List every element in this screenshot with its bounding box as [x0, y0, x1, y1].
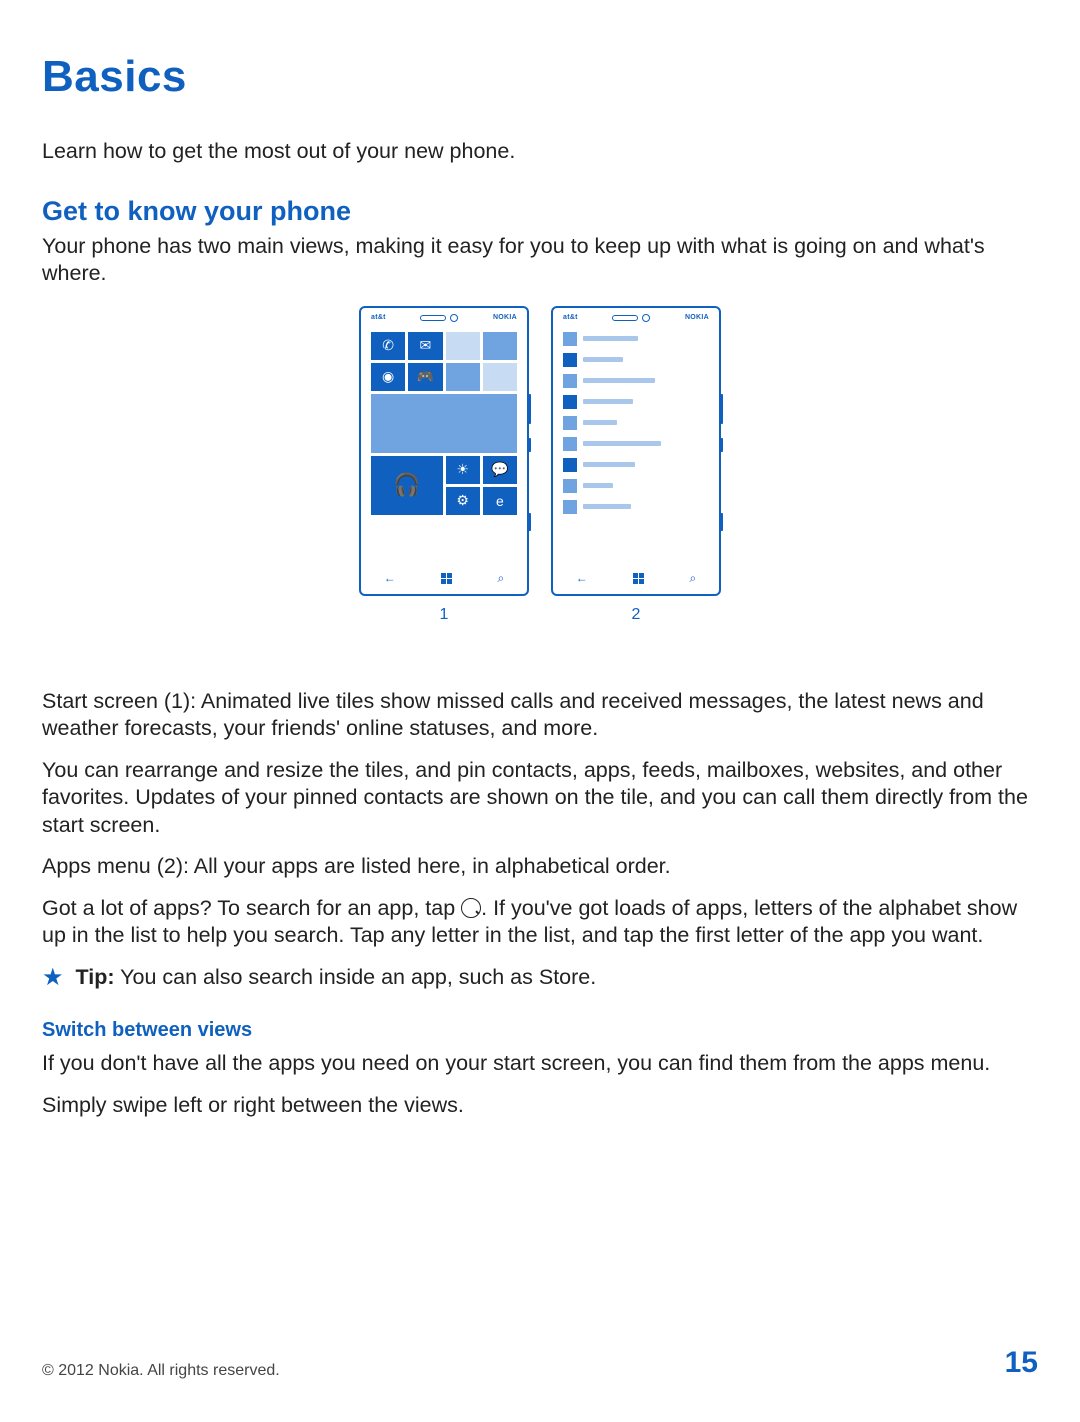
copyright: © 2012 Nokia. All rights reserved. — [42, 1362, 280, 1380]
carrier-label: at&t — [371, 314, 386, 321]
back-icon: ← — [576, 571, 588, 585]
tiles-desc: You can rearrange and resize the tiles, … — [42, 757, 1038, 840]
search-icon — [461, 898, 481, 918]
tip-text: You can also search inside an app, such … — [115, 965, 597, 989]
back-icon: ← — [384, 571, 396, 585]
headphones-tile-icon: 🎧 — [371, 456, 443, 515]
camera-tile-icon: ◉ — [371, 363, 405, 391]
switch-p2: Simply swipe left or right between the v… — [42, 1092, 1038, 1120]
carrier-label: at&t — [563, 314, 578, 321]
switch-p1: If you don't have all the apps you need … — [42, 1050, 1038, 1078]
phone-tile-icon: ✆ — [371, 332, 405, 360]
phone-start-screen: at&t NOKIA ✆ ✉ ◉ 🎮 🎧 ☀ 💬 — [359, 306, 529, 596]
subtitle-desc: Your phone has two main views, making it… — [42, 233, 1038, 288]
phone-label-2: 2 — [632, 606, 641, 624]
weather-tile-icon: ☀ — [446, 456, 480, 484]
phone-apps-list: at&t NOKIA ← — [551, 306, 721, 596]
browser-tile-icon: e — [483, 487, 517, 515]
tip-callout: ★ Tip: You can also search inside an app… — [42, 964, 1038, 992]
games-tile-icon: 🎮 — [408, 363, 442, 391]
search-nav-icon: ⌕ — [690, 571, 697, 586]
section-switch-views: Switch between views — [42, 1019, 1038, 1042]
windows-icon — [441, 573, 452, 584]
settings-tile-icon: ⚙ — [446, 487, 480, 515]
apps-list — [563, 332, 709, 518]
chat-tile-icon: 💬 — [483, 456, 517, 484]
city-wide-tile — [371, 394, 517, 453]
tip-label: Tip: — [76, 965, 115, 989]
search-apps-desc: Got a lot of apps? To search for an app,… — [42, 895, 1038, 950]
brand-label: NOKIA — [493, 314, 517, 321]
windows-icon — [633, 573, 644, 584]
intro-text: Learn how to get the most out of your ne… — [42, 138, 1038, 166]
star-icon: ★ — [42, 965, 64, 991]
two-phones-illustration: at&t NOKIA ✆ ✉ ◉ 🎮 🎧 ☀ 💬 — [42, 306, 1038, 624]
page-number: 15 — [1005, 1346, 1038, 1380]
apps-menu-desc: Apps menu (2): All your apps are listed … — [42, 853, 1038, 881]
phone-label-1: 1 — [440, 606, 449, 624]
mail-tile-icon: ✉ — [408, 332, 442, 360]
section-get-to-know: Get to know your phone — [42, 196, 1038, 227]
brand-label: NOKIA — [685, 314, 709, 321]
start-screen-desc: Start screen (1): Animated live tiles sh… — [42, 688, 1038, 743]
search-nav-icon: ⌕ — [498, 571, 505, 586]
page-title: Basics — [42, 52, 1038, 102]
